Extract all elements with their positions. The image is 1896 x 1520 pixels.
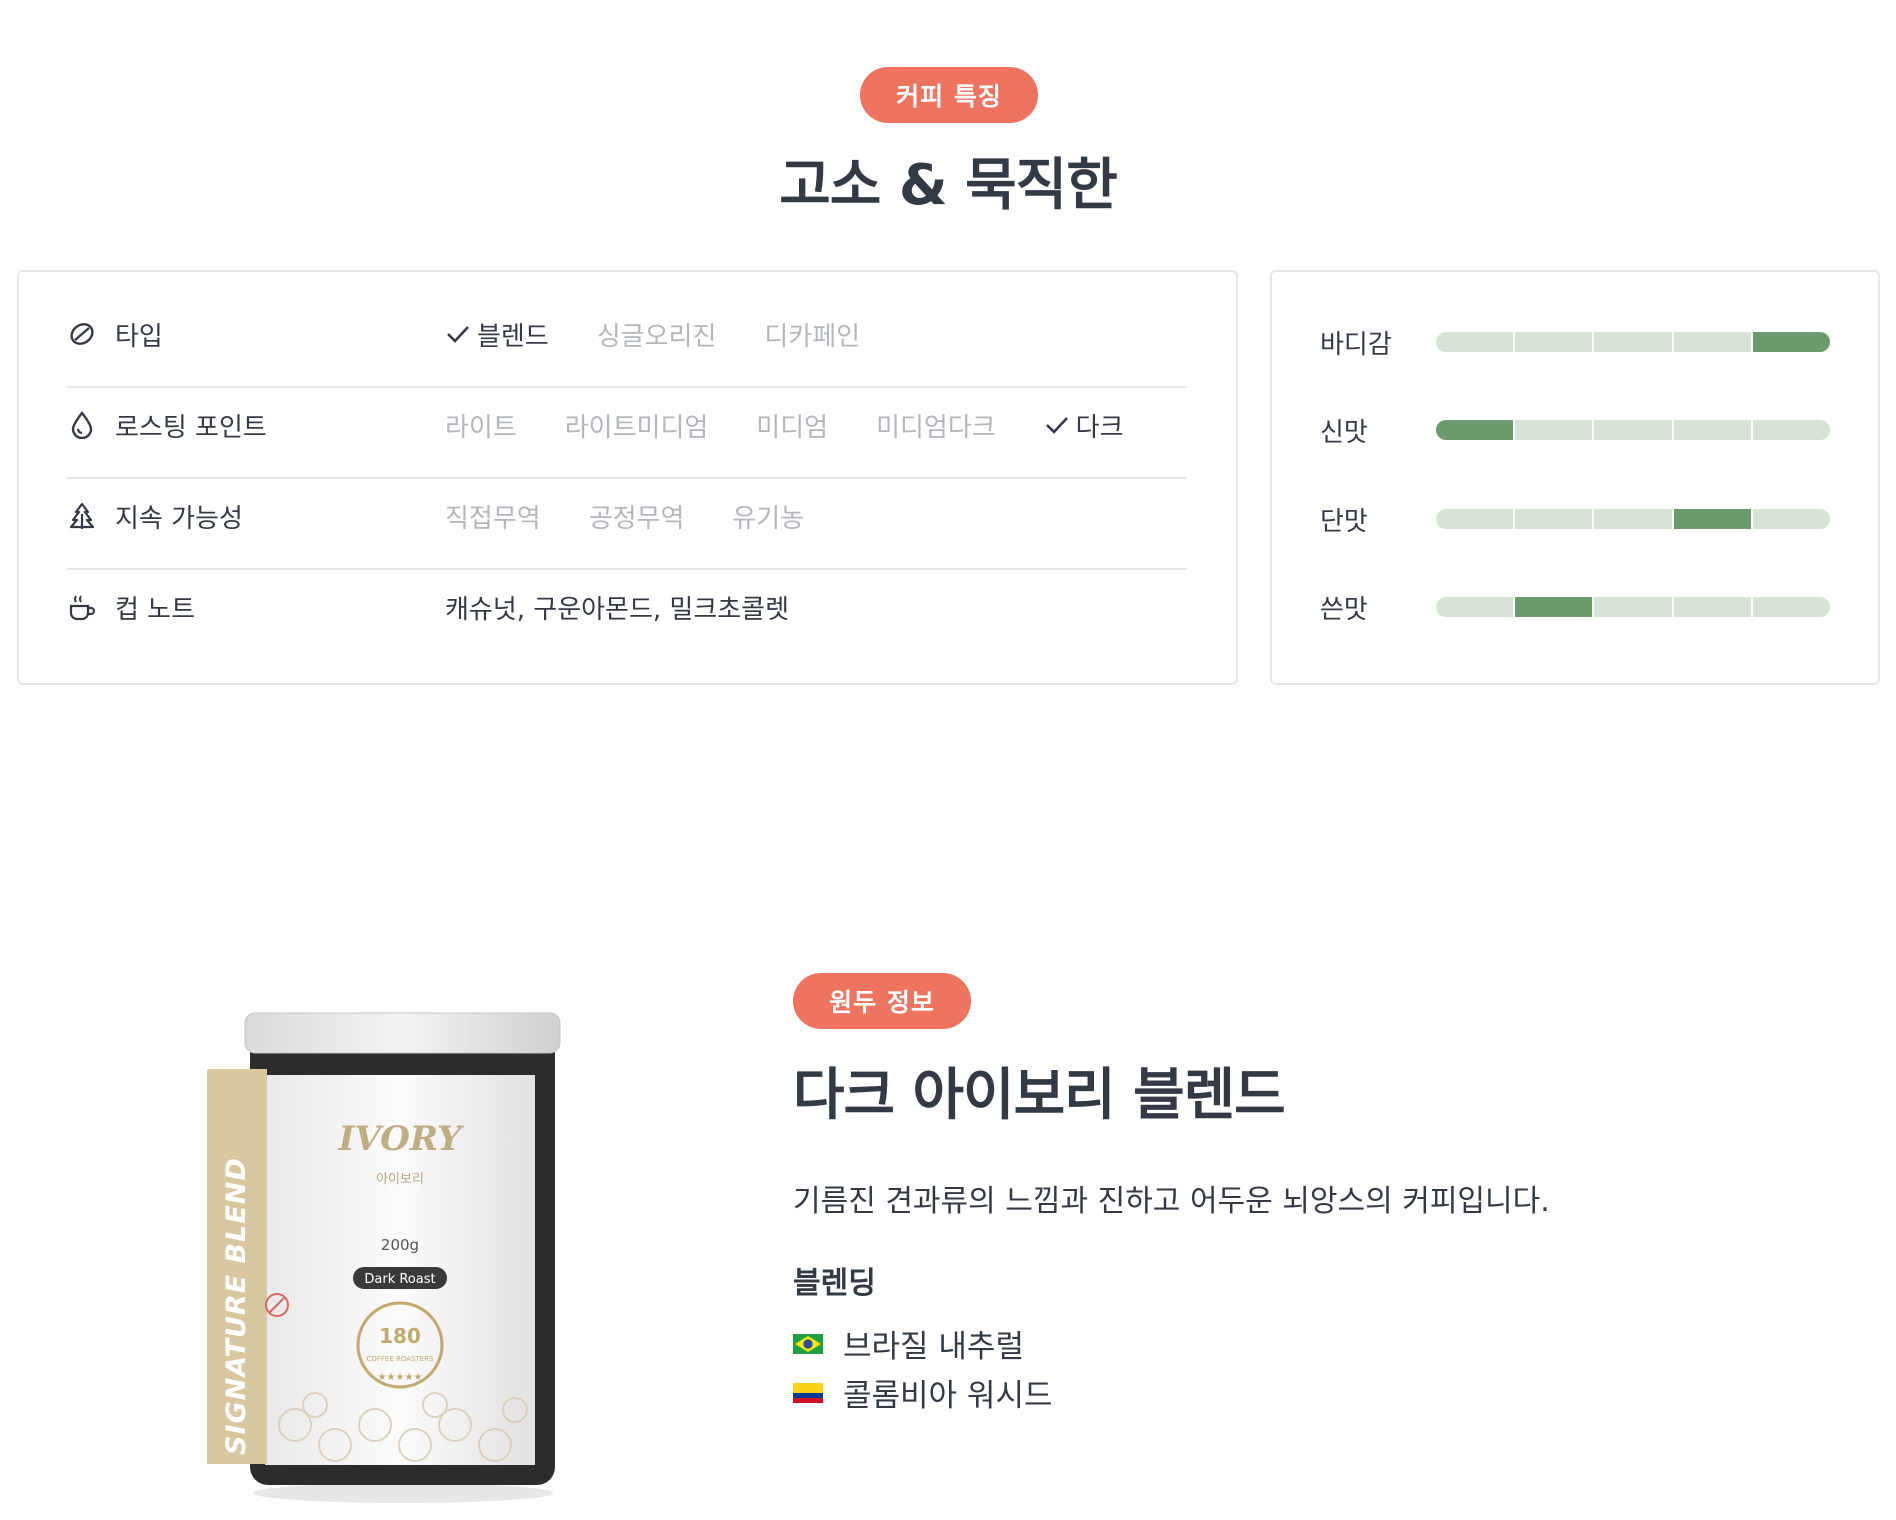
taste-segment xyxy=(1752,420,1830,440)
taste-segment xyxy=(1752,509,1830,529)
product-roast: Dark Roast xyxy=(364,1272,435,1287)
logo-number: 180 xyxy=(379,1324,421,1348)
product-brand: IVORY xyxy=(338,1119,465,1159)
option-single-origin: 싱글오리진 xyxy=(596,321,717,352)
taste-segment xyxy=(1673,597,1751,617)
bean-badge-label: 원두 정보 xyxy=(829,988,935,1017)
product-brand-kr: 아이보리 xyxy=(376,1172,424,1187)
taste-segment xyxy=(1594,420,1672,440)
taste-row-acidity: 신맛 xyxy=(1320,410,1840,450)
attr-row-sustainability: 지속 가능성 직접무역 공정무역 유기농 xyxy=(67,471,1187,561)
origin-item: 브라질 내추럴 xyxy=(793,1321,1024,1366)
taste-segment xyxy=(1515,332,1593,352)
taste-bar-sweetness xyxy=(1436,509,1830,529)
attr-row-cup-notes: 컵 노트 캐슈넛, 구운아몬드, 밀크초콜렛 xyxy=(67,562,1187,652)
colombia-flag-icon xyxy=(793,1382,823,1403)
option-blend: 블렌드 xyxy=(445,316,549,353)
attr-label-roast: 로스팅 포인트 xyxy=(115,412,267,443)
tree-icon xyxy=(67,501,97,531)
attr-label-type: 타입 xyxy=(115,321,163,352)
bean-title: 다크 아이보리 블렌드 xyxy=(793,1063,1286,1128)
taste-row-bitterness: 쓴맛 xyxy=(1320,587,1840,627)
taste-segment xyxy=(1673,332,1751,352)
features-badge: 커피 특징 xyxy=(860,67,1038,123)
attr-row-type: 타입 블렌드 싱글오리진 디카페인 xyxy=(67,289,1187,379)
cup-icon xyxy=(67,592,97,622)
attr-row-roast: 로스팅 포인트 라이트 라이트미디엄 미디엄 미디엄다크 다크 xyxy=(67,380,1187,470)
origin-name: 콜롬비아 워시드 xyxy=(843,1378,1053,1414)
taste-segment xyxy=(1436,332,1514,352)
bean-description: 기름진 견과류의 느낌과 진하고 어두운 뇌앙스의 커피입니다. xyxy=(793,1184,1550,1219)
check-icon xyxy=(447,326,469,343)
taste-row-sweetness: 단맛 xyxy=(1320,499,1840,539)
taste-label-sweetness: 단맛 xyxy=(1320,506,1368,537)
taste-segment xyxy=(1515,509,1593,529)
option-medium-dark: 미디엄다크 xyxy=(876,412,996,443)
check-icon xyxy=(1045,417,1068,434)
taste-segment xyxy=(1436,597,1514,617)
coffee-bean-icon xyxy=(67,319,97,349)
taste-label-body: 바디감 xyxy=(1320,329,1392,360)
taste-segment xyxy=(1594,597,1672,617)
taste-segment-active xyxy=(1436,420,1514,440)
taste-label-bitterness: 쓴맛 xyxy=(1320,594,1368,625)
product-side-label: SIGNATURE BLEND xyxy=(221,1157,252,1455)
taste-bar-acidity xyxy=(1436,420,1830,440)
logo-text: COFFEE ROASTERS xyxy=(366,1355,434,1363)
option-light-medium: 라이트미디엄 xyxy=(564,412,709,443)
product-weight: 200g xyxy=(381,1236,419,1254)
taste-segment-active xyxy=(1515,597,1593,617)
features-badge-label: 커피 특징 xyxy=(896,82,1002,111)
attr-label-sustainability: 지속 가능성 xyxy=(115,503,243,534)
taste-segment xyxy=(1752,597,1830,617)
origin-name: 브라질 내추럴 xyxy=(843,1329,1024,1365)
option-medium: 미디엄 xyxy=(756,412,829,443)
taste-segment xyxy=(1594,332,1672,352)
attr-label-cup-notes: 컵 노트 xyxy=(115,594,196,625)
taste-bar-body xyxy=(1436,332,1830,352)
origin-item: 콜롬비아 워시드 xyxy=(793,1370,1053,1415)
option-dark: 다크 xyxy=(1044,407,1124,444)
taste-segment xyxy=(1594,509,1672,529)
bean-badge: 원두 정보 xyxy=(793,973,971,1029)
taste-label-acidity: 신맛 xyxy=(1320,417,1368,448)
option-direct-trade: 직접무역 xyxy=(445,503,541,534)
brazil-flag-icon xyxy=(793,1333,823,1354)
option-decaf: 디카페인 xyxy=(764,321,861,352)
taste-bar-bitterness xyxy=(1436,597,1830,617)
cup-notes-value: 캐슈넛, 구운아몬드, 밀크초콜렛 xyxy=(445,594,790,625)
svg-text:★★★★★: ★★★★★ xyxy=(378,1372,423,1383)
attributes-card: 타입 블렌드 싱글오리진 디카페인 로스팅 포인트 라이트 라이트미디엄 미디엄… xyxy=(17,270,1238,685)
blend-heading: 블렌딩 xyxy=(793,1266,876,1301)
drop-icon xyxy=(67,410,97,440)
taste-segment xyxy=(1436,509,1514,529)
taste-segment-active xyxy=(1673,509,1751,529)
option-organic: 유기농 xyxy=(732,503,805,534)
taste-segment xyxy=(1515,420,1593,440)
taste-segment-active xyxy=(1752,332,1830,352)
taste-segment xyxy=(1673,420,1751,440)
option-light: 라이트 xyxy=(445,412,517,443)
taste-card: 바디감 신맛 단맛 쓴맛 xyxy=(1270,270,1880,685)
features-title: 고소 & 묵직한 xyxy=(779,153,1117,218)
option-fair-trade: 공정무역 xyxy=(588,503,685,534)
taste-row-body: 바디감 xyxy=(1320,322,1840,362)
product-image: IVORY 아이보리 200g Dark Roast 180 COFFEE RO… xyxy=(195,1005,575,1505)
